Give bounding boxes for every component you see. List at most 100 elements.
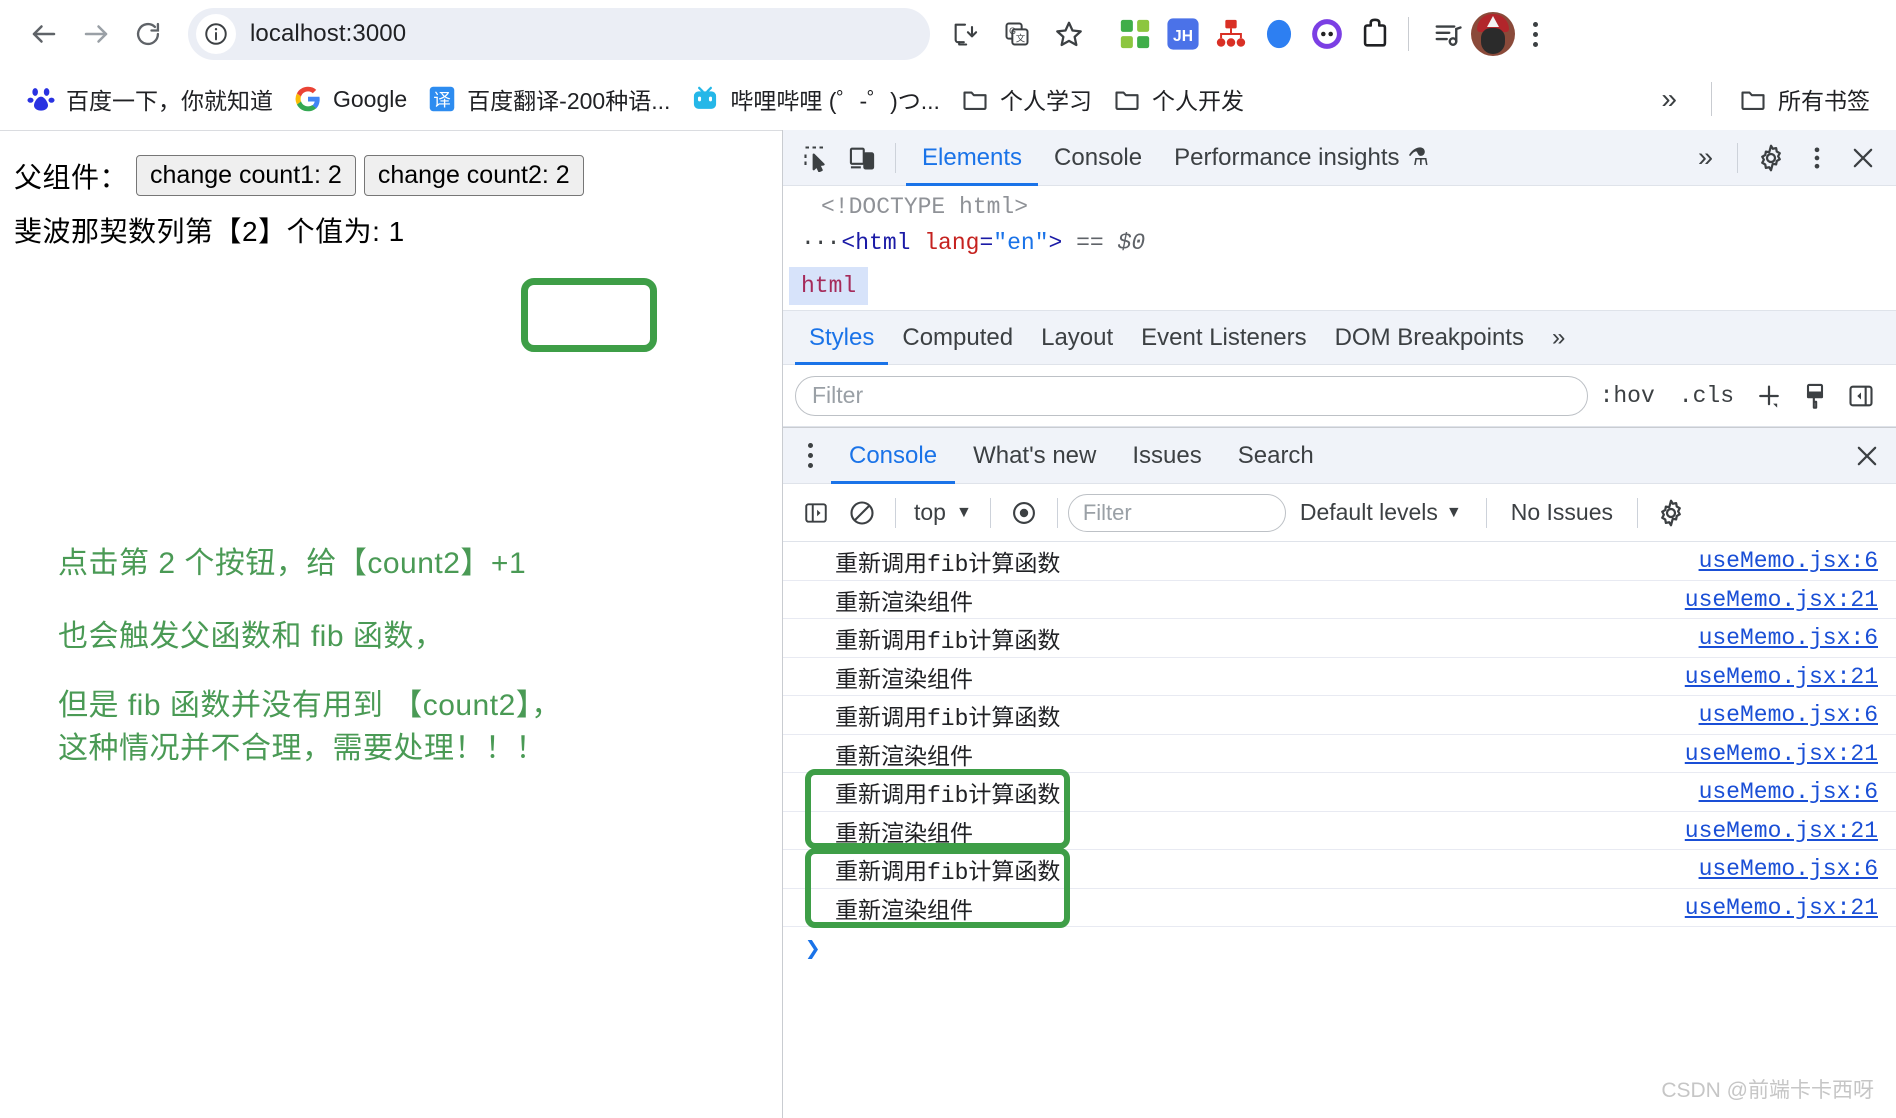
console-log-row[interactable]: 重新渲染组件useMemo.jsx:21 xyxy=(783,658,1896,697)
change-count2-button[interactable]: change count2: 2 xyxy=(364,155,584,196)
browser-menu-button[interactable] xyxy=(1515,11,1555,57)
drawer-close-icon[interactable] xyxy=(1844,435,1890,477)
console-log-source-link[interactable]: useMemo.jsx:6 xyxy=(1699,702,1878,728)
clear-console-icon[interactable] xyxy=(839,492,885,534)
bookmark-star-icon[interactable] xyxy=(1046,11,1092,57)
inspect-element-icon[interactable] xyxy=(793,137,839,179)
drawer-tab-whats-new[interactable]: What's new xyxy=(955,428,1114,484)
bookmark-folder-dev[interactable]: 个人开发 xyxy=(1102,77,1254,121)
console-sidebar-icon[interactable] xyxy=(793,492,839,534)
styles-filter-input[interactable] xyxy=(795,376,1588,416)
omnibox-actions: 文 G xyxy=(942,11,1092,57)
console-log-message: 重新渲染组件 xyxy=(835,814,973,848)
console-message-list[interactable]: 重新调用fib计算函数 useMemo.jsx:6 重新渲染组件 useMemo.js… xyxy=(783,542,1896,1118)
console-issues-status[interactable]: No Issues xyxy=(1497,499,1627,526)
purple-ring-ext-icon[interactable] xyxy=(1310,17,1344,51)
shape-ext-icon[interactable] xyxy=(1358,17,1392,51)
console-log-source-link[interactable]: useMemo.jsx:21 xyxy=(1685,741,1878,767)
console-log-row[interactable]: 重新调用fib计算函数useMemo.jsx:6 xyxy=(783,773,1896,812)
translate-icon[interactable]: 文 G xyxy=(994,11,1040,57)
console-settings-gear-icon[interactable] xyxy=(1648,492,1694,534)
green-grid-ext-icon[interactable] xyxy=(1118,17,1152,51)
address-bar[interactable]: localhost:3000 xyxy=(188,8,930,60)
toolbar-divider xyxy=(1737,143,1738,173)
change-count1-button[interactable]: change count1: 2 xyxy=(136,155,356,196)
tab-console[interactable]: Console xyxy=(1038,130,1158,186)
devtools-kebab-menu[interactable] xyxy=(1794,137,1840,179)
install-app-icon[interactable] xyxy=(942,11,988,57)
console-levels-dropdown[interactable]: Default levels ▼ xyxy=(1286,499,1476,526)
drawer-tab-console[interactable]: Console xyxy=(831,428,955,484)
toolbar-divider xyxy=(1057,498,1058,528)
brush-icon[interactable] xyxy=(1792,375,1838,417)
console-log-source-link[interactable]: useMemo.jsx:6 xyxy=(1699,548,1878,574)
tab-styles[interactable]: Styles xyxy=(795,311,888,365)
forward-button[interactable] xyxy=(70,8,122,60)
console-filter-input[interactable] xyxy=(1068,494,1286,532)
console-log-source-link[interactable]: useMemo.jsx:21 xyxy=(1685,664,1878,690)
tab-event-listeners[interactable]: Event Listeners xyxy=(1127,311,1320,365)
console-log-row[interactable]: 重新渲染组件useMemo.jsx:21 xyxy=(783,735,1896,774)
console-log-source-link[interactable]: useMemo.jsx:21 xyxy=(1685,818,1878,844)
new-style-rule-icon[interactable] xyxy=(1746,375,1792,417)
viewport-split: 父组件： change count1: 2 change count2: 2 斐… xyxy=(0,130,1896,1118)
console-context-value: top xyxy=(914,499,946,526)
expand-ellipsis[interactable]: ··· xyxy=(801,230,839,256)
console-log-message: 重新调用fib计算函数 xyxy=(835,698,1060,732)
drawer-kebab-menu[interactable] xyxy=(789,434,831,478)
bookmark-fanyi[interactable]: 译 百度翻译-200种语... xyxy=(417,77,680,121)
console-log-source-link[interactable]: useMemo.jsx:6 xyxy=(1699,856,1878,882)
tab-layout[interactable]: Layout xyxy=(1027,311,1127,365)
url-text: localhost:3000 xyxy=(250,20,406,48)
blue-dot-ext-icon[interactable] xyxy=(1262,17,1296,51)
bookmark-folder-study[interactable]: 个人学习 xyxy=(950,77,1102,121)
site-info-button[interactable] xyxy=(196,14,236,54)
reload-button[interactable] xyxy=(122,8,174,60)
console-log-row[interactable]: 重新调用fib计算函数 useMemo.jsx:6 xyxy=(783,542,1896,581)
red-node-ext-icon[interactable] xyxy=(1214,17,1248,51)
all-bookmarks-button[interactable]: 所有书签 xyxy=(1728,77,1880,121)
media-list-icon[interactable] xyxy=(1425,11,1471,57)
console-context-selector[interactable]: top ▼ xyxy=(906,499,980,526)
console-log-message: 重新调用fib计算函数 xyxy=(835,544,1060,578)
live-expression-icon[interactable] xyxy=(1001,492,1047,534)
console-log-row[interactable]: 重新渲染组件 useMemo.jsx:21 xyxy=(783,812,1896,851)
console-log-source-link[interactable]: useMemo.jsx:21 xyxy=(1685,587,1878,613)
drawer-tab-issues[interactable]: Issues xyxy=(1114,428,1219,484)
jh-ext-icon[interactable]: JH xyxy=(1166,17,1200,51)
tab-computed[interactable]: Computed xyxy=(888,311,1027,365)
bookmark-baidu[interactable]: 百度一下，你就知道 xyxy=(16,77,283,121)
bookmarks-overflow-button[interactable]: » xyxy=(1643,83,1695,115)
console-log-source-link[interactable]: useMemo.jsx:21 xyxy=(1685,895,1878,921)
gear-icon[interactable] xyxy=(1748,137,1794,179)
bookmark-label: 个人学习 xyxy=(1000,82,1092,116)
html-element-line[interactable]: ···<html lang="en"> == $0 xyxy=(783,226,1896,262)
tab-dom-breakpoints[interactable]: DOM Breakpoints xyxy=(1321,311,1538,365)
console-log-row[interactable]: 重新渲染组件useMemo.jsx:21 xyxy=(783,581,1896,620)
console-rows-container: 重新调用fib计算函数 useMemo.jsx:6 重新渲染组件 useMemo.js… xyxy=(783,542,1896,927)
devtools-more-tabs-button[interactable]: » xyxy=(1684,142,1727,173)
console-log-row[interactable]: 重新调用fib计算函数useMemo.jsx:6 xyxy=(783,619,1896,658)
console-input-prompt[interactable]: ❯ xyxy=(783,927,1896,971)
profile-avatar[interactable] xyxy=(1471,12,1515,56)
device-toolbar-icon[interactable] xyxy=(839,137,885,179)
bookmark-google[interactable]: Google xyxy=(283,79,417,119)
cls-toggle[interactable]: .cls xyxy=(1667,383,1746,409)
drawer-tab-search[interactable]: Search xyxy=(1220,428,1332,484)
console-log-source-link[interactable]: useMemo.jsx:6 xyxy=(1699,625,1878,651)
tab-performance-insights[interactable]: Performance insights ⚗ xyxy=(1158,130,1445,186)
console-log-row[interactable]: 重新渲染组件useMemo.jsx:21 xyxy=(783,889,1896,928)
console-log-row[interactable]: 重新调用fib计算函数 useMemo.jsx:6 xyxy=(783,696,1896,735)
bookmark-bilibili[interactable]: 哔哩哔哩 (゜-゜)つ... xyxy=(680,77,950,121)
back-button[interactable] xyxy=(18,8,70,60)
tab-elements[interactable]: Elements xyxy=(906,130,1038,186)
console-log-source-link[interactable]: useMemo.jsx:6 xyxy=(1699,779,1878,805)
breadcrumb-html[interactable]: html xyxy=(789,267,868,305)
browser-navigation-bar: localhost:3000 文 G xyxy=(0,0,1896,68)
console-log-row[interactable]: 重新调用fib计算函数useMemo.jsx:6 xyxy=(783,850,1896,889)
hov-toggle[interactable]: :hov xyxy=(1588,383,1667,409)
devtools-close-icon[interactable] xyxy=(1840,137,1886,179)
browser-chrome: localhost:3000 文 G xyxy=(0,0,1896,130)
panel-toggle-icon[interactable] xyxy=(1838,375,1884,417)
styles-more-tabs-button[interactable]: » xyxy=(1538,311,1579,365)
